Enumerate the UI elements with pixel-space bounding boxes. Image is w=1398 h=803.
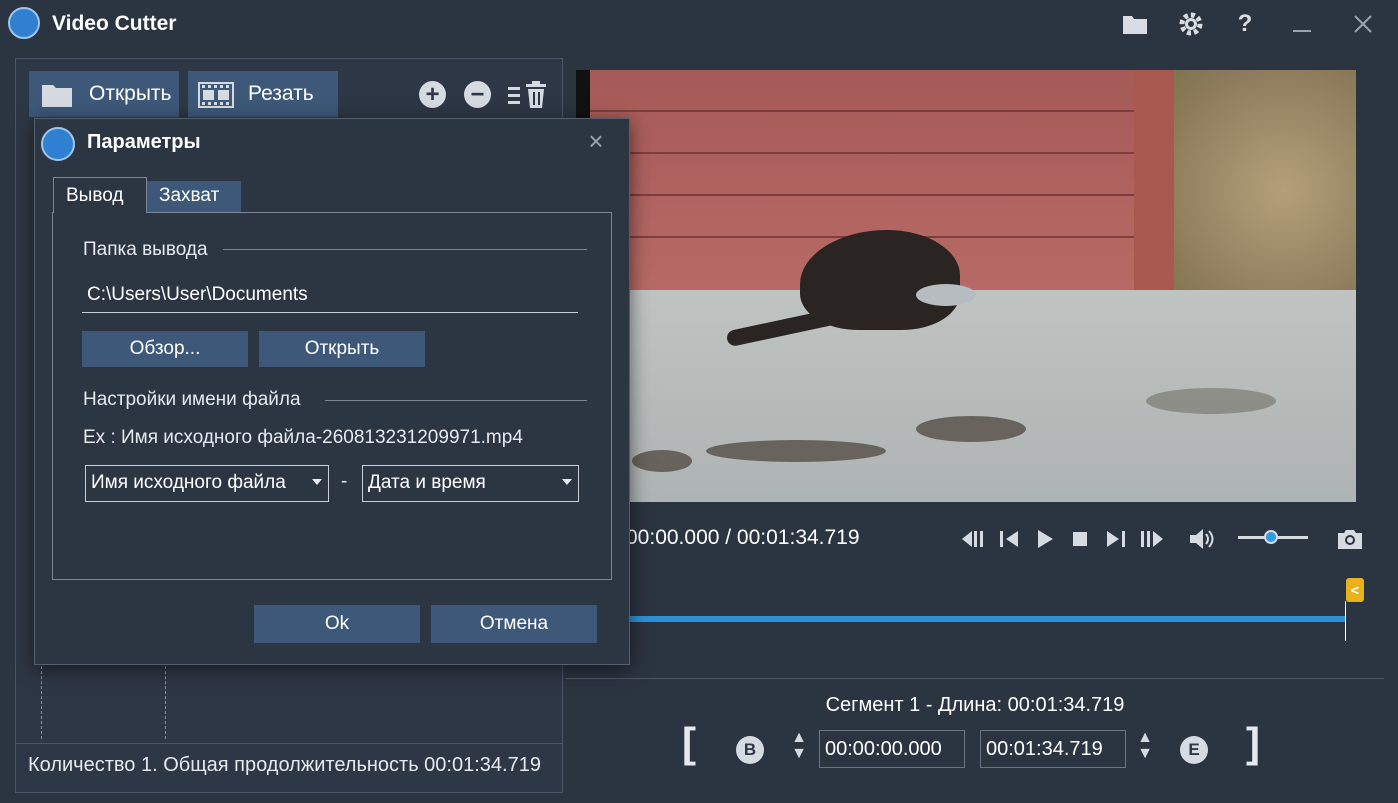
app-title: Video Cutter <box>52 12 177 35</box>
play-icon[interactable] <box>1031 525 1059 553</box>
filename-part2-value: Дата и время <box>368 472 486 493</box>
settings-dialog: Параметры × Вывод Захват Папка вывода Об… <box>34 118 630 665</box>
video-preview[interactable] <box>576 70 1356 502</box>
group-divider <box>223 249 587 250</box>
player-panel: 00:00.000 / 00:01:34.719 < Сегмент 1 - Д… <box>566 58 1384 793</box>
video-frame-plank <box>590 194 1140 196</box>
gear-icon[interactable] <box>1176 10 1206 38</box>
filename-part2-select[interactable]: Дата и время <box>362 465 579 502</box>
volume-slider-knob[interactable] <box>1264 530 1278 544</box>
open-folder-button[interactable]: Открыть <box>259 331 425 367</box>
cut-button-label: Резать <box>248 82 314 105</box>
group-divider <box>325 400 587 401</box>
folder-icon[interactable] <box>1120 10 1150 38</box>
video-frame-post <box>1134 70 1174 300</box>
previous-frame-icon[interactable] <box>995 525 1023 553</box>
segment-divider <box>566 678 1384 679</box>
start-time-stepper[interactable]: ▲ ▼ <box>786 730 812 766</box>
chevron-down-icon <box>312 479 322 485</box>
filename-part1-value: Имя исходного файла <box>91 472 286 493</box>
ok-button[interactable]: Ok <box>254 605 420 643</box>
clear-list-icon[interactable] <box>508 81 548 114</box>
timeline-playhead <box>1345 601 1346 641</box>
tab-output[interactable]: Вывод <box>53 177 147 213</box>
open-button-label: Открыть <box>89 82 172 105</box>
close-icon[interactable] <box>1348 10 1378 38</box>
folder-icon <box>42 85 72 107</box>
end-time-input[interactable] <box>980 730 1126 768</box>
video-frame-plank <box>590 110 1140 112</box>
add-icon[interactable]: + <box>419 81 446 108</box>
previous-segment-icon[interactable] <box>959 525 987 553</box>
filename-example: Ex : Имя исходного файла-260813231209971… <box>83 427 523 448</box>
begin-icon[interactable]: B <box>736 736 764 764</box>
next-segment-icon[interactable] <box>1138 525 1166 553</box>
chevron-down-icon <box>562 479 572 485</box>
filename-settings-label: Настройки имени файла <box>83 389 305 411</box>
app-logo-icon <box>8 7 40 39</box>
video-frame-puddle <box>706 440 886 462</box>
filename-part1-select[interactable]: Имя исходного файла <box>85 465 329 502</box>
dialog-close-icon[interactable]: × <box>583 127 609 155</box>
cut-button[interactable]: Резать <box>188 71 338 117</box>
stop-icon[interactable] <box>1066 525 1094 553</box>
output-folder-input[interactable] <box>82 277 578 313</box>
minimize-icon[interactable] <box>1287 10 1317 38</box>
end-time-stepper[interactable]: ▲ ▼ <box>1132 730 1158 766</box>
cancel-button[interactable]: Отмена <box>431 605 597 643</box>
video-frame-puddle <box>916 416 1026 442</box>
video-frame-plank <box>590 152 1140 154</box>
title-bar: Video Cutter ? <box>0 0 1398 50</box>
camera-icon[interactable] <box>1336 525 1364 553</box>
output-folder-label: Папка вывода <box>83 239 212 261</box>
open-button[interactable]: Открыть <box>29 71 179 117</box>
filename-separator: - <box>341 471 348 492</box>
dialog-logo-icon <box>41 127 75 161</box>
video-frame-puddle <box>1146 388 1276 414</box>
status-bar: Количество 1. Общая продолжительность 00… <box>16 743 562 792</box>
video-frame-bowl <box>916 284 976 306</box>
browse-button[interactable]: Обзор... <box>82 331 248 367</box>
start-time-input[interactable] <box>819 730 965 768</box>
help-icon[interactable]: ? <box>1230 10 1260 38</box>
video-frame-puddle <box>632 450 692 472</box>
tab-capture[interactable]: Захват <box>147 181 241 213</box>
timeline-end-marker[interactable]: < <box>1346 578 1364 602</box>
playback-time: 00:00.000 / 00:01:34.719 <box>626 526 860 549</box>
film-icon <box>198 82 234 108</box>
volume-icon[interactable] <box>1188 525 1216 553</box>
set-end-bracket-icon[interactable]: ] <box>1246 722 1260 764</box>
remove-icon[interactable]: − <box>464 81 491 108</box>
timeline-segment-bar[interactable] <box>606 616 1346 622</box>
set-start-bracket-icon[interactable]: [ <box>682 722 696 764</box>
dialog-title: Параметры <box>87 131 201 153</box>
segment-title: Сегмент 1 - Длина: 00:01:34.719 <box>825 694 1125 716</box>
end-icon[interactable]: E <box>1180 736 1208 764</box>
next-frame-icon[interactable] <box>1102 525 1130 553</box>
